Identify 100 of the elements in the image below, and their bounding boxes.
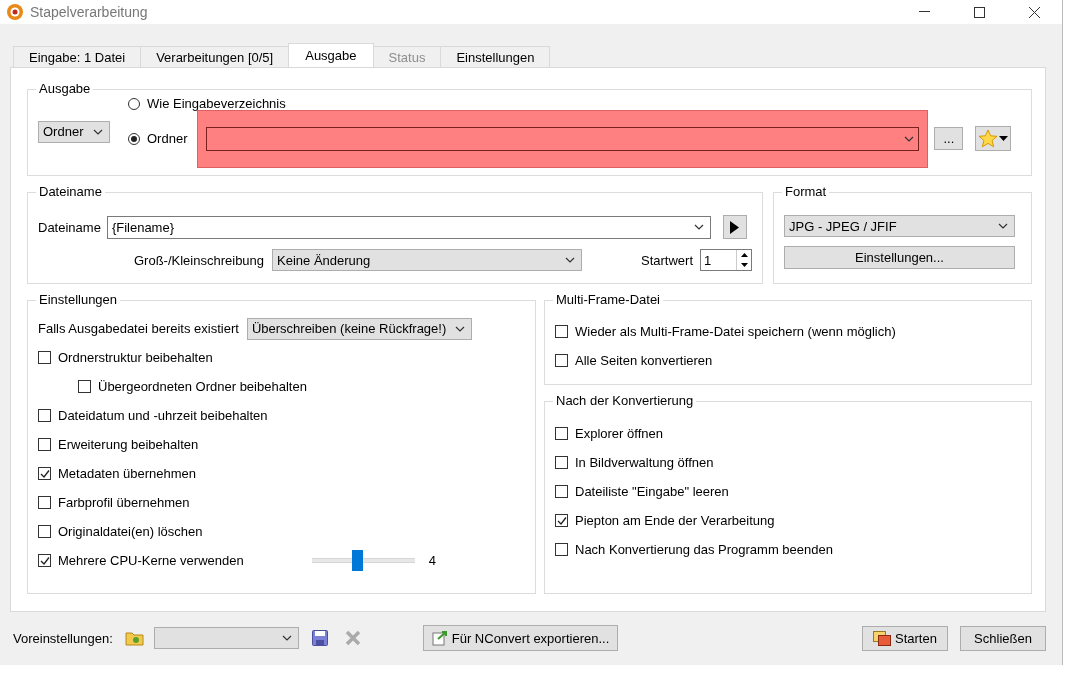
spin-arrows-icon — [736, 250, 751, 270]
chevron-icon — [904, 135, 915, 142]
radio-label: Wie Eingabeverzeichnis — [147, 96, 286, 111]
checkbox-label: Originaldatei(en) löschen — [58, 524, 203, 539]
checkbox-option[interactable]: Explorer öffnen — [555, 419, 1021, 448]
play-icon — [730, 220, 740, 234]
checkbox-option[interactable]: Übergeordneten Ordner beibehalten — [78, 372, 525, 401]
maximize-icon — [974, 6, 985, 18]
group-title: Dateiname — [36, 184, 105, 199]
checkbox-label: Farbprofil übernehmen — [58, 495, 190, 510]
checkbox[interactable] — [555, 514, 568, 527]
checkbox[interactable] — [38, 351, 51, 364]
field-label: Startwert — [641, 252, 693, 268]
checkbox-option[interactable]: Dateiliste "Eingabe" leeren — [555, 477, 1021, 506]
close-icon — [1029, 6, 1040, 18]
mode-dropdown[interactable]: Ordner — [38, 120, 110, 143]
format-dropdown[interactable]: JPG - JPEG / JFIF — [784, 215, 1015, 237]
group-title: Ausgabe — [36, 81, 94, 96]
checkbox[interactable] — [38, 496, 51, 509]
eye-logo-icon — [6, 3, 24, 21]
presets-label: Voreinstellungen: — [13, 630, 113, 646]
checkbox[interactable] — [555, 427, 568, 440]
tab[interactable]: Einstellungen — [440, 46, 551, 67]
chevron-icon — [93, 128, 103, 135]
checkbox-option[interactable]: Farbprofil übernehmen — [38, 488, 525, 517]
field-label: Falls Ausgabedatei bereits existiert — [38, 321, 239, 336]
checkbox[interactable] — [555, 543, 568, 556]
checkbox-option[interactable]: In Bildverwaltung öffnen — [555, 448, 1021, 477]
radio-button[interactable] — [128, 97, 140, 110]
checkbox-option[interactable]: Dateidatum und -uhrzeit beibehalten — [38, 401, 525, 430]
pictures-icon — [873, 630, 892, 646]
export-button[interactable]: Für NConvert exportieren... — [422, 625, 619, 651]
checkbox-option[interactable]: Originaldatei(en) löschen — [38, 517, 525, 546]
filename-field[interactable]: {Filename} — [106, 215, 711, 239]
checkbox[interactable] — [555, 354, 568, 367]
checkbox-option[interactable]: Ordnerstruktur beibehalten — [38, 343, 525, 372]
checkbox[interactable] — [555, 456, 568, 469]
radio-button[interactable] — [128, 132, 140, 145]
start-value-spinner[interactable]: 1 — [700, 249, 752, 271]
field-label: Groß-/Kleinschreibung — [134, 252, 265, 268]
field-label: Dateiname — [38, 219, 101, 235]
checkbox-label: Alle Seiten konvertieren — [575, 353, 713, 368]
group-title: Format — [782, 184, 830, 199]
minimize-icon — [919, 11, 930, 13]
close-dialog-button[interactable]: Schließen — [960, 625, 1046, 651]
window-title: Stapelverarbeitung — [30, 4, 148, 20]
tab[interactable]: Verarbeitungen [0/5] — [140, 46, 290, 67]
chevron-icon — [693, 224, 704, 230]
checkbox-option[interactable]: Nach Konvertierung das Programm beenden — [555, 535, 1021, 564]
group-title: Einstellungen — [36, 292, 121, 307]
format-settings-button[interactable]: Einstellungen... — [784, 246, 1015, 269]
case-dropdown[interactable]: Keine Änderung — [272, 249, 583, 271]
checkbox-label: Dateidatum und -uhrzeit beibehalten — [58, 408, 268, 423]
browse-button[interactable]: ... — [934, 127, 964, 150]
group-title: Multi-Frame-Datei — [553, 292, 663, 307]
checkbox-label: Explorer öffnen — [575, 426, 663, 441]
checkbox-label: Nach Konvertierung das Programm beenden — [575, 542, 833, 557]
checkbox[interactable] — [38, 438, 51, 451]
checkbox-label: Ordnerstruktur beibehalten — [58, 350, 213, 365]
slider-value: 4 — [428, 553, 436, 568]
chevron-icon — [281, 635, 292, 641]
checkbox[interactable] — [78, 380, 91, 393]
insert-button[interactable] — [722, 215, 747, 239]
checkbox[interactable] — [38, 409, 51, 422]
overwrite-dropdown[interactable]: Überschreiben (keine Rückfrage!) — [246, 317, 472, 340]
chevron-icon — [454, 325, 465, 332]
save-icon[interactable] — [311, 630, 328, 646]
favorites-button[interactable] — [975, 126, 1012, 151]
checkbox[interactable] — [555, 325, 568, 338]
checkbox-label: Metadaten übernehmen — [58, 466, 197, 481]
checkbox[interactable] — [555, 485, 568, 498]
star-icon — [978, 129, 999, 148]
caret-icon — [999, 136, 1009, 141]
checkbox-option[interactable]: Mehrere CPU-Kerne verwenden 4 — [38, 546, 525, 575]
path-dropdown[interactable] — [206, 126, 920, 151]
checkbox-label: Dateiliste "Eingabe" leeren — [575, 484, 729, 499]
checkbox[interactable] — [38, 525, 51, 538]
checkbox-option[interactable]: Wieder als Multi-Frame-Datei speichern (wenn möglich) — [555, 317, 1021, 346]
checkbox-label: Piepton am Ende der Verarbeitung — [575, 513, 775, 528]
group-title: Nach der Konvertierung — [553, 393, 697, 408]
checkbox-option[interactable]: Metadaten übernehmen — [38, 459, 525, 488]
checkbox-option[interactable]: Piepton am Ende der Verarbeitung — [555, 506, 1021, 535]
radio-label: Ordner — [147, 131, 188, 146]
slider-thumb[interactable] — [352, 550, 363, 571]
export-icon — [431, 630, 448, 646]
folder-icon[interactable] — [124, 630, 144, 646]
chevron-icon — [565, 257, 576, 263]
checkbox-option[interactable]: Alle Seiten konvertieren — [555, 346, 1021, 375]
tab[interactable]: Eingabe: 1 Datei — [13, 46, 142, 67]
tab[interactable]: Ausgabe — [288, 43, 374, 67]
checkbox-label: In Bildverwaltung öffnen — [575, 455, 714, 470]
checkbox-label: Wieder als Multi-Frame-Datei speichern (wenn möglich) — [575, 324, 896, 339]
checkbox[interactable] — [38, 554, 51, 567]
checkbox-label: Erweiterung beibehalten — [58, 437, 199, 452]
checkbox[interactable] — [38, 467, 51, 480]
start-button[interactable]: Starten — [862, 625, 948, 651]
checkbox-label: Mehrere CPU-Kerne verwenden — [58, 553, 244, 568]
checkbox-label: Übergeordneten Ordner beibehalten — [98, 379, 307, 394]
checkbox-option[interactable]: Erweiterung beibehalten — [38, 430, 525, 459]
chevron-icon — [998, 223, 1008, 229]
